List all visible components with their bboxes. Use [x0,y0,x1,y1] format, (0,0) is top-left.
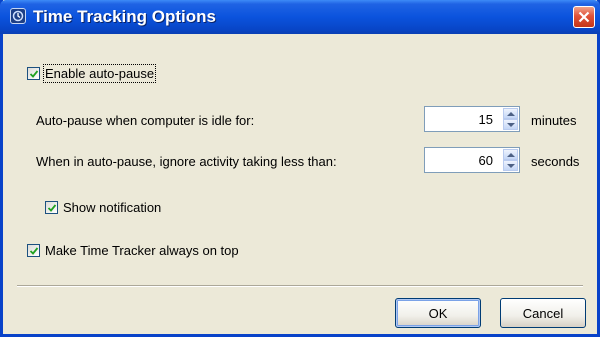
ok-button[interactable]: OK [395,298,481,328]
checkmark-icon [29,247,39,255]
idle-minutes-spinner[interactable]: 15 [424,106,520,132]
title-bar[interactable]: Time Tracking Options [0,0,600,34]
seconds-unit: seconds [531,154,580,169]
dialog-window: Time Tracking Options Enable auto-pause … [0,0,600,337]
close-button[interactable] [573,6,595,28]
checkbox-box[interactable] [45,201,58,214]
arrow-down-icon [507,164,515,168]
decrement-button[interactable] [503,160,518,171]
ignore-seconds-spinner[interactable]: 60 [424,147,520,173]
arrow-up-icon [507,112,515,116]
dialog-title: Time Tracking Options [33,7,216,26]
checkbox-box[interactable] [27,244,40,257]
app-icon [10,8,26,24]
idle-minutes-value[interactable]: 15 [479,112,493,127]
arrow-down-icon [507,123,515,127]
separator [17,285,583,287]
checkbox-label: Make Time Tracker always on top [45,243,239,258]
cancel-button[interactable]: Cancel [500,298,586,328]
arrow-up-icon [507,153,515,157]
decrement-button[interactable] [503,119,518,130]
ignore-activity-label: When in auto-pause, ignore activity taki… [36,154,337,169]
checkmark-icon [47,204,57,212]
increment-button[interactable] [503,108,518,119]
increment-button[interactable] [503,149,518,160]
enable-auto-pause-checkbox[interactable]: Enable auto-pause [27,64,157,83]
show-notification-checkbox[interactable]: Show notification [45,200,161,215]
checkmark-icon [29,70,39,78]
checkbox-box[interactable] [27,67,40,80]
ignore-seconds-value[interactable]: 60 [479,153,493,168]
always-on-top-checkbox[interactable]: Make Time Tracker always on top [27,243,239,258]
minutes-unit: minutes [531,113,577,128]
checkbox-label: Show notification [63,200,162,215]
idle-label: Auto-pause when computer is idle for: [36,113,255,128]
checkbox-label: Enable auto-pause [42,64,157,83]
close-icon [578,11,590,23]
